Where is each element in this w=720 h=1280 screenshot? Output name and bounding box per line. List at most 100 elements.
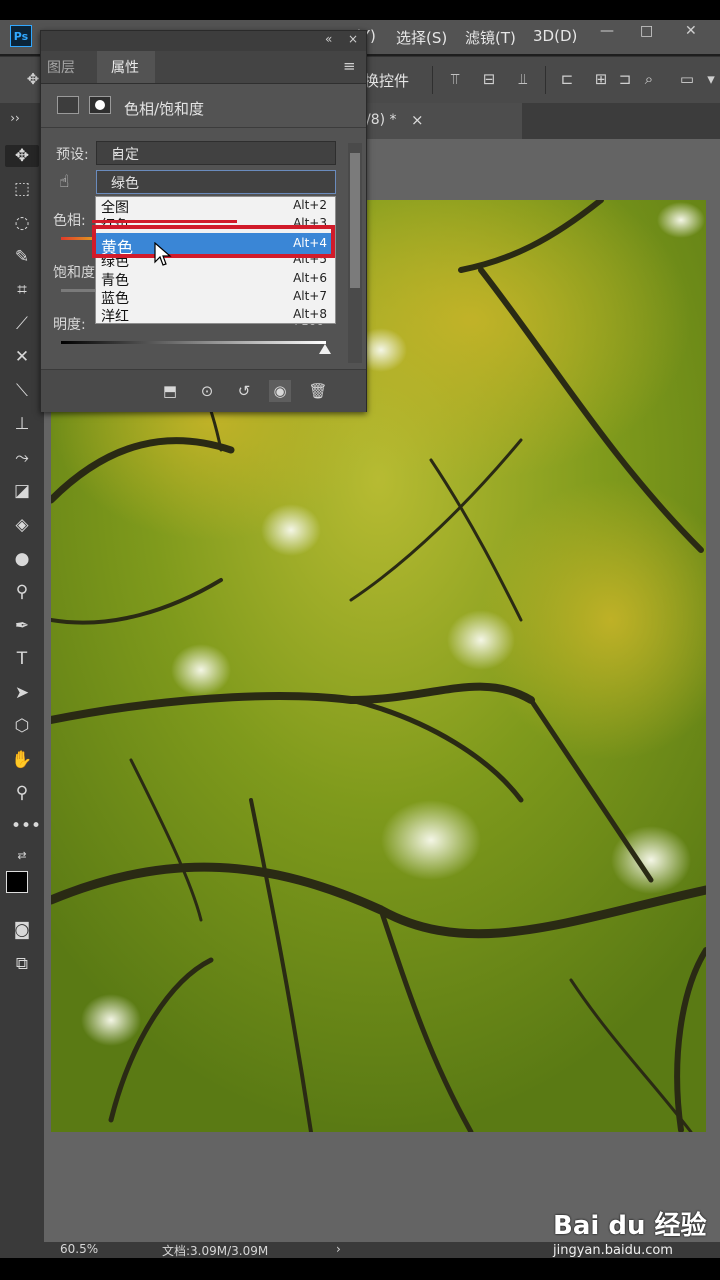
minimize-button[interactable]: — [600, 23, 614, 39]
panel-menu-icon[interactable]: ≡ [343, 57, 356, 75]
align-top-icon[interactable]: ⫪ [446, 70, 464, 88]
close-panel-icon[interactable]: × [348, 32, 358, 46]
option-label: 蓝色 [101, 291, 129, 307]
eyedropper-tool-icon[interactable]: ⟋ [11, 313, 33, 335]
panel-tabs: 图层 属性 ≡ [41, 51, 366, 84]
paint-bucket-tool-icon[interactable]: ◈ [11, 514, 33, 536]
type-tool-icon[interactable]: T [11, 648, 33, 670]
baidu-watermark: Bai du 经验 jingyan.baidu.com [553, 1205, 713, 1261]
trash-icon[interactable]: 🗑 [307, 380, 329, 402]
stamp-tool-icon[interactable]: ⊥ [11, 413, 33, 435]
panel-scrollbar[interactable] [348, 143, 362, 363]
crop-tool-icon[interactable]: ⌗ [11, 279, 33, 301]
list-item[interactable]: 青色 Alt+6 [96, 270, 335, 289]
lasso-tool-icon[interactable]: ◌ [11, 212, 33, 234]
adjustment-layer-icon [57, 96, 79, 114]
panel-bottom-toolbar: ⬒ ⊙ ↺ ◉ 🗑 [41, 369, 366, 412]
align-bottom-icon[interactable]: ⫫ [514, 70, 532, 88]
collapse-toolbar-icon[interactable]: ›› [4, 107, 26, 129]
document-tab-close-icon[interactable]: × [411, 111, 424, 129]
lightness-slider-track[interactable] [61, 341, 326, 344]
scrollbar-thumb[interactable] [350, 153, 360, 288]
hue-slider-track[interactable] [61, 237, 96, 240]
targeted-adjust-hand-icon[interactable]: ☝ [59, 172, 69, 192]
option-label: 全图 [101, 200, 129, 216]
saturation-label: 饱和度 [53, 265, 95, 281]
lightness-slider-handle[interactable] [319, 344, 331, 354]
align-left-icon[interactable]: ⊏ [558, 70, 576, 88]
divider [432, 66, 433, 94]
option-label: 青色 [101, 273, 129, 289]
workspace-icon[interactable]: ▭ [678, 70, 696, 88]
align-hcenter-icon[interactable]: ⊞ [592, 70, 610, 88]
tab-properties-label: 属性 [111, 60, 139, 76]
list-item[interactable]: 洋红 Alt+8 [96, 306, 335, 325]
option-shortcut: Alt+2 [293, 198, 327, 212]
maximize-button[interactable]: □ [640, 23, 653, 39]
menu-3d[interactable]: 3D(D) [533, 27, 577, 45]
screen-mode-icon[interactable]: ⧉ [11, 953, 33, 975]
document-tab-title: /8) * [366, 112, 397, 128]
visibility-eye-icon[interactable]: ◉ [269, 380, 291, 402]
preset-label: 预设: [56, 147, 89, 163]
tools-panel: ›› ✥ ⬚ ◌ ✎ ⌗ ⟋ ✕ ⟍ ⊥ ⤳ ◪ ◈ ● ⚲ ✒ T ➤ ⬡ ✋… [0, 103, 44, 1263]
channel-dropdown-list: 全图 Alt+2 红色 Alt+3 黄色 Alt+4 绿色 Alt+5 青色 A… [95, 196, 336, 325]
option-label: 洋红 [101, 309, 129, 325]
top-black-bar [0, 0, 720, 20]
menu-filter[interactable]: 滤镜(T) [465, 27, 516, 48]
saturation-slider-track[interactable] [61, 289, 96, 292]
healing-tool-icon[interactable]: ✕ [11, 346, 33, 368]
more-tools-icon[interactable]: ••• [11, 815, 41, 837]
view-previous-state-icon[interactable]: ⊙ [196, 380, 218, 402]
bottom-black-bar [0, 1258, 720, 1280]
pen-tool-icon[interactable]: ✒ [11, 615, 33, 637]
move-tool-icon[interactable]: ✥ [5, 145, 39, 167]
clip-to-layer-icon[interactable]: ⬒ [159, 380, 181, 402]
collapse-panel-icon[interactable]: « [325, 32, 332, 46]
search-icon[interactable]: ⌕ [640, 70, 658, 88]
tab-layers[interactable]: 图层 [47, 57, 75, 77]
watermark-brand: Bai du 经验 [553, 1211, 707, 1241]
foreground-color-swatch[interactable] [6, 871, 28, 893]
align-vcenter-icon[interactable]: ⊟ [480, 70, 498, 88]
close-window-button[interactable]: ✕ [685, 23, 697, 39]
align-right-icon[interactable]: ⊐ [616, 70, 634, 88]
path-select-tool-icon[interactable]: ➤ [11, 682, 33, 704]
tab-properties[interactable]: 属性 [97, 51, 155, 83]
status-arrow-icon[interactable]: › [336, 1242, 341, 1256]
chevron-down-icon[interactable]: ▾ [702, 70, 720, 88]
chevron-down-icon: ⌄ [111, 144, 122, 159]
option-shortcut: Alt+8 [293, 307, 327, 321]
list-item[interactable]: 全图 Alt+2 [96, 197, 335, 216]
list-item[interactable]: 蓝色 Alt+7 [96, 288, 335, 307]
hand-tool-icon[interactable]: ✋ [11, 749, 33, 771]
transform-controls-label[interactable]: 换控件 [364, 70, 409, 91]
eraser-tool-icon[interactable]: ◪ [11, 480, 33, 502]
blur-tool-icon[interactable]: ● [11, 548, 33, 570]
chevron-down-icon: ⌄ [111, 173, 122, 188]
dodge-tool-icon[interactable]: ⚲ [11, 581, 33, 603]
annotation-highlight-box [92, 225, 335, 258]
mouse-cursor-icon [154, 242, 172, 266]
shape-tool-icon[interactable]: ⬡ [11, 715, 33, 737]
menu-select[interactable]: 选择(S) [396, 27, 447, 48]
quick-mask-icon[interactable]: ◙ [11, 919, 33, 941]
history-brush-tool-icon[interactable]: ⤳ [11, 447, 33, 469]
zoom-tool-icon[interactable]: ⚲ [11, 782, 33, 804]
marquee-tool-icon[interactable]: ⬚ [11, 178, 33, 200]
layer-mask-icon[interactable] [89, 96, 111, 114]
reset-icon[interactable]: ↺ [233, 380, 255, 402]
divider [545, 66, 546, 94]
hue-label: 色相: [53, 213, 86, 229]
swap-colors-icon[interactable]: ⇄ [11, 845, 33, 867]
watermark-url: jingyan.baidu.com [553, 1243, 673, 1258]
brush-tool-icon[interactable]: ⟍ [11, 380, 33, 402]
channel-dropdown[interactable]: 绿色 ⌄ [96, 170, 336, 194]
panel-titlebar[interactable]: « × [41, 31, 366, 51]
zoom-level[interactable]: 60.5% [60, 1242, 98, 1256]
quick-select-tool-icon[interactable]: ✎ [11, 246, 33, 268]
option-shortcut: Alt+6 [293, 271, 327, 285]
document-size: 文档:3.09M/3.09M [162, 1244, 269, 1258]
divider [41, 127, 366, 128]
preset-dropdown[interactable]: 自定 ⌄ [96, 141, 336, 165]
